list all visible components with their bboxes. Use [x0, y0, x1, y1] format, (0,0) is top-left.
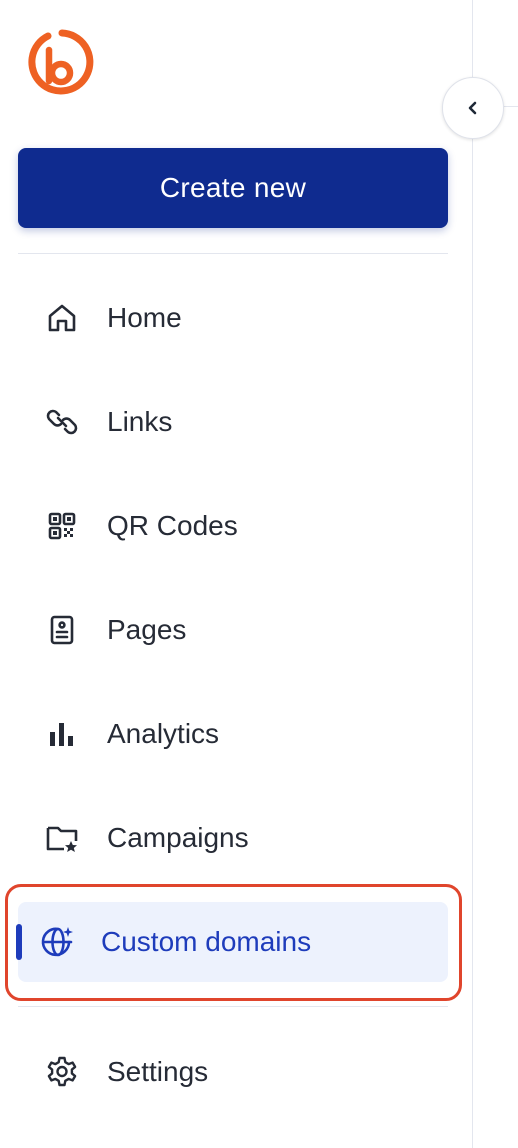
sidebar-item-analytics[interactable]: Analytics: [18, 694, 448, 774]
sidebar-item-label: Home: [107, 302, 182, 333]
divider: [18, 253, 448, 254]
sidebar-item-label: QR Codes: [107, 510, 238, 541]
sidebar-item-pages[interactable]: Pages: [18, 590, 448, 670]
sidebar-item-label: Custom domains: [101, 926, 312, 957]
sidebar-item-label: Pages: [107, 614, 187, 645]
home-icon: [44, 300, 80, 336]
sidebar-item-settings[interactable]: Settings: [18, 1032, 448, 1112]
divider: [18, 1006, 448, 1007]
qr-code-icon: [44, 508, 80, 544]
chevron-left-icon: [468, 101, 477, 115]
page-icon: [44, 612, 80, 648]
sidebar-item-label: Links: [107, 406, 173, 437]
collapse-sidebar-button[interactable]: [442, 77, 504, 139]
bar-chart-icon: [44, 716, 80, 752]
header-divider: [504, 106, 518, 107]
link-icon: [44, 404, 80, 440]
main-content-area: [474, 0, 518, 1148]
sidebar-item-qr-codes[interactable]: QR Codes: [18, 486, 448, 566]
active-indicator: [16, 924, 22, 960]
create-new-button[interactable]: Create new: [18, 148, 448, 228]
sidebar-item-links[interactable]: Links: [18, 382, 448, 462]
bitly-logo-icon[interactable]: [28, 29, 94, 95]
sidebar: Create new Home Links QR Codes Pages Ana…: [0, 0, 473, 1148]
folder-star-icon: [44, 820, 80, 856]
gear-icon: [44, 1054, 80, 1090]
globe-sparkle-icon: [40, 924, 76, 960]
sidebar-item-label: Campaigns: [107, 822, 249, 853]
sidebar-item-label: Settings: [107, 1056, 209, 1087]
sidebar-item-label: Analytics: [107, 718, 220, 749]
sidebar-item-custom-domains[interactable]: Custom domains: [16, 902, 448, 982]
sidebar-item-campaigns[interactable]: Campaigns: [18, 798, 448, 878]
sidebar-item-home[interactable]: Home: [18, 278, 448, 358]
